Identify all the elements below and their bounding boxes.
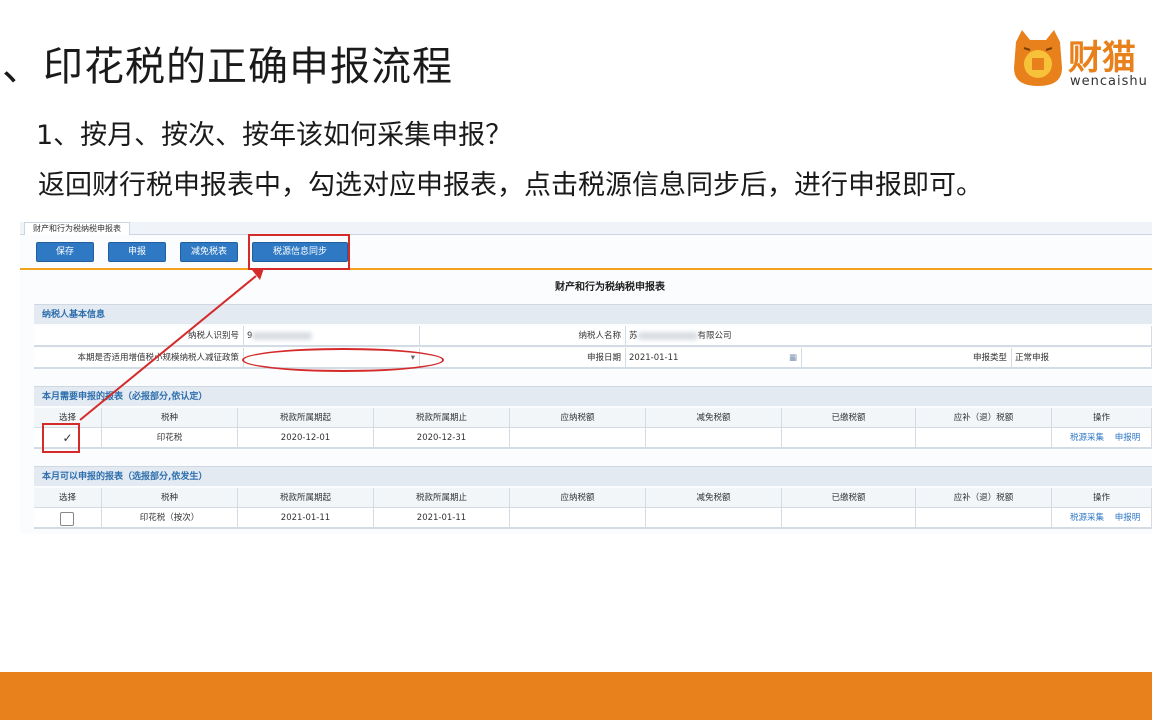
slide-question: 1、按月、按次、按年该如何采集申报？ (36, 120, 513, 151)
annotation-arrow (79, 268, 264, 421)
slide-title: 、印花税的正确申报流程 (2, 44, 453, 90)
logo-subtitle: wencaishu (1070, 74, 1148, 89)
footer-bar (0, 672, 1152, 720)
cat-mascot-icon (1014, 30, 1062, 86)
logo-brand: 财猫 (1068, 38, 1136, 78)
tax-form-screenshot: 财产和行为税纳税申报表 保存 申报 减免税表 税源信息同步 财产和行为税纳税申报… (20, 222, 1152, 534)
slide-description: 返回财行税申报表中，勾选对应申报表，点击税源信息同步后，进行申报即可。 (38, 170, 983, 201)
logo: 财猫 wencaishu (1008, 26, 1152, 96)
